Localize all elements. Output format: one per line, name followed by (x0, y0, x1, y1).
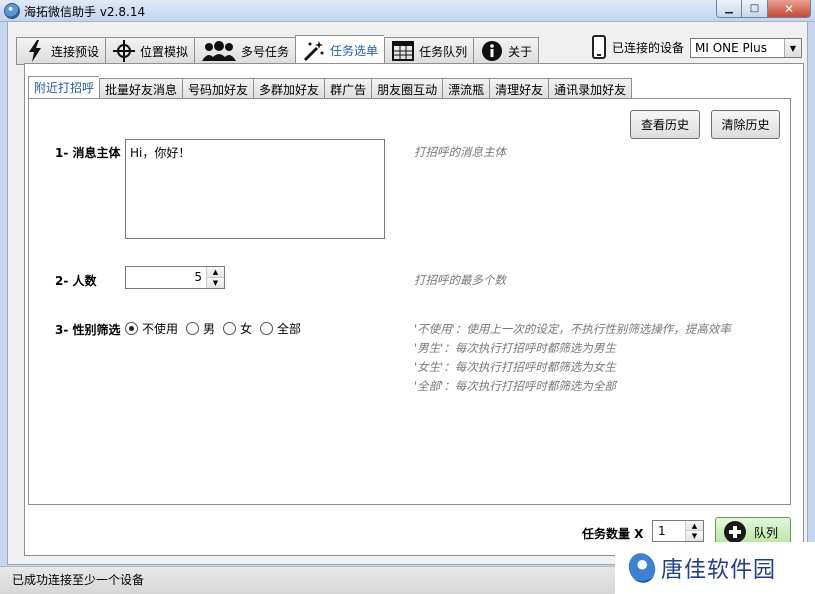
subtab-nearby-greet[interactable]: 附近打招呼 (28, 76, 100, 99)
minimize-button[interactable]: ▁ (716, 0, 742, 18)
radio-label: 男 (203, 322, 216, 336)
sub-tab-bar: 附近打招呼 批量好友消息 号码加好友 多群加好友 群广告 朋友圈互动 漂流瓶 清… (28, 76, 633, 99)
tab-label: 连接预设 (51, 44, 100, 59)
window-title: 海拓微信助手 v2.8.14 (24, 5, 146, 19)
main-tab-bar: 连接预设 位置模拟 多号任务 任务选单 任务队列 关于 (16, 35, 540, 65)
clear-history-button[interactable]: 清除历史 (711, 110, 780, 139)
subtab-moments[interactable]: 朋友圈互动 (371, 78, 443, 99)
subtab-batch-friend-msg[interactable]: 批量好友消息 (99, 78, 183, 99)
watermark-logo-icon (624, 549, 660, 587)
subtab-group-ads[interactable]: 群广告 (324, 78, 372, 99)
subtab-contacts-add[interactable]: 通讯录加好友 (548, 78, 633, 99)
count-label: 2- 人数 (55, 274, 97, 288)
radio-label: 女 (240, 322, 253, 336)
chevron-down-icon[interactable]: ▼ (784, 39, 801, 57)
magic-wand-icon (302, 40, 326, 62)
tab-location-sim[interactable]: 位置模拟 (105, 37, 195, 65)
gender-option-none[interactable]: 不使用 (125, 320, 178, 337)
watermark: 唐佳软件园 (615, 542, 815, 594)
view-history-button[interactable]: 查看历史 (630, 110, 700, 139)
tab-task-queue[interactable]: 任务队列 (384, 37, 474, 65)
stepper-up-icon[interactable]: ▲ (686, 521, 703, 531)
radio-icon[interactable] (223, 322, 237, 335)
radio-label: 不使用 (142, 322, 179, 336)
title-bar: 海拓微信助手 v2.8.14 ▁ □ ✕ (0, 0, 815, 22)
gender-radio-group: 不使用 男 女 全部 (125, 320, 305, 337)
stepper-down-icon[interactable]: ▼ (207, 277, 224, 288)
gender-option-female[interactable]: 女 (223, 320, 252, 337)
subtab-clean-friends[interactable]: 清理好友 (489, 78, 549, 99)
subtab-multi-group-add[interactable]: 多群加好友 (253, 78, 325, 99)
message-label: 1- 消息主体 (55, 146, 121, 160)
subtab-number-add-friend[interactable]: 号码加好友 (182, 78, 254, 99)
stepper-arrows: ▲ ▼ (206, 267, 224, 288)
info-icon (480, 40, 504, 62)
table-icon (391, 40, 415, 62)
task-count-stepper[interactable]: 1 ▲ ▼ (652, 520, 704, 542)
window-controls: ▁ □ ✕ (716, 0, 811, 18)
maximize-button[interactable]: □ (742, 0, 768, 18)
message-textarea[interactable]: Hi，你好！ (125, 139, 385, 239)
stepper-arrows: ▲ ▼ (685, 521, 703, 541)
tab-label: 位置模拟 (140, 44, 189, 59)
tab-label: 多号任务 (241, 44, 290, 59)
status-text: 已成功连接至少一个设备 (12, 573, 145, 587)
lightning-icon (23, 40, 47, 62)
gender-hint-1: '不使用'：使用上一次的设定，不执行性别筛选操作，提高效率 (414, 322, 731, 336)
task-count-value: 1 (658, 524, 666, 538)
crosshair-icon (112, 40, 136, 62)
radio-icon[interactable] (260, 322, 274, 335)
subtab-drift-bottle[interactable]: 漂流瓶 (442, 78, 490, 99)
gender-hint-4: '全部'：每次执行打招呼时都筛选为全部 (414, 379, 616, 393)
device-select-value: MI ONE Plus (695, 41, 767, 55)
message-hint: 打招呼的消息主体 (414, 145, 506, 159)
device-label: 已连接的设备 (612, 41, 685, 55)
count-value: 5 (194, 270, 202, 284)
close-button[interactable]: ✕ (768, 0, 811, 18)
tab-multi-account[interactable]: 多号任务 (194, 37, 296, 65)
gender-option-all[interactable]: 全部 (260, 320, 301, 337)
tab-connection-preset[interactable]: 连接预设 (16, 37, 106, 65)
gender-hint-2: '男生'：每次执行打招呼时都筛选为男生 (414, 341, 616, 355)
plus-circle-icon (724, 521, 746, 543)
task-count-label: 任务数量 X (582, 527, 644, 541)
users-icon (201, 40, 237, 62)
gender-label: 3- 性别筛选 (55, 323, 121, 337)
phone-icon (592, 35, 606, 59)
tab-label: 任务队列 (419, 44, 468, 59)
stepper-up-icon[interactable]: ▲ (207, 267, 224, 278)
tab-about[interactable]: 关于 (473, 37, 540, 65)
tab-task-menu[interactable]: 任务选单 (295, 35, 385, 65)
radio-icon[interactable] (186, 322, 200, 335)
queue-button-label: 队列 (754, 525, 779, 540)
device-select[interactable]: MI ONE Plus ▼ (690, 38, 802, 58)
tab-label: 任务选单 (330, 44, 379, 58)
radio-checked-icon[interactable] (125, 322, 138, 335)
gender-option-male[interactable]: 男 (186, 320, 215, 337)
stepper-down-icon[interactable]: ▼ (686, 531, 703, 541)
gender-hint-3: '女生'：每次执行打招呼时都筛选为女生 (414, 360, 616, 374)
app-logo-icon (4, 3, 20, 19)
count-hint: 打招呼的最多个数 (414, 273, 506, 287)
radio-label: 全部 (277, 322, 302, 336)
tab-label: 关于 (508, 44, 533, 59)
watermark-text: 唐佳软件园 (661, 558, 777, 583)
count-stepper[interactable]: 5 ▲ ▼ (125, 266, 225, 289)
